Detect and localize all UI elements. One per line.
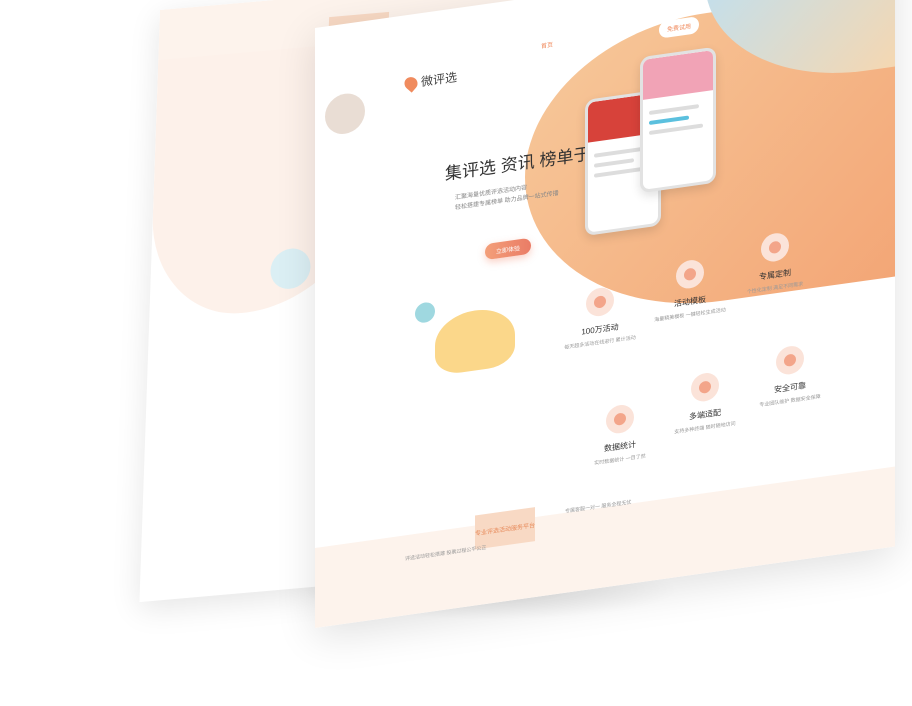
- decor-blob-yellow: [435, 304, 515, 377]
- nav-item-home[interactable]: 首页: [535, 35, 560, 57]
- heart-icon: [586, 285, 614, 318]
- location-pin-icon: [401, 73, 421, 93]
- medal-icon: [761, 231, 789, 264]
- promo-mockup: 专业评选活动服务平台 微评选 首页 功能 关于 免费试用 集评选 资讯 榜单于一…: [0, 0, 912, 706]
- phone-row: [649, 115, 689, 126]
- brand-logo[interactable]: 微评选: [401, 68, 458, 93]
- brand-name: 微评选: [421, 70, 458, 90]
- front-page-mockup: 微评选 首页 功能 关于 免费试用 集评选 资讯 榜单于一体 汇聚海量优质评选活…: [315, 0, 895, 628]
- phone-mockup-2: [640, 46, 716, 194]
- pie-chart-icon: [691, 371, 719, 404]
- phone-row: [649, 123, 703, 136]
- decor-blob: [325, 90, 365, 137]
- phone-row: [594, 146, 644, 158]
- phone-row: [594, 158, 634, 168]
- star-icon: [676, 258, 704, 291]
- feature-card: 安全可靠 专业团队维护 数据安全保障: [735, 339, 845, 413]
- phone-screen-banner: [643, 50, 713, 100]
- shield-icon: [776, 344, 804, 377]
- nav-item-about[interactable]: 关于: [607, 26, 631, 46]
- bubbles-icon: [606, 403, 634, 436]
- hero-cta-button[interactable]: 立即体验: [485, 237, 531, 261]
- nav-item-features[interactable]: 功能: [571, 31, 595, 51]
- decor-dot: [415, 301, 435, 324]
- phone-row: [649, 104, 699, 116]
